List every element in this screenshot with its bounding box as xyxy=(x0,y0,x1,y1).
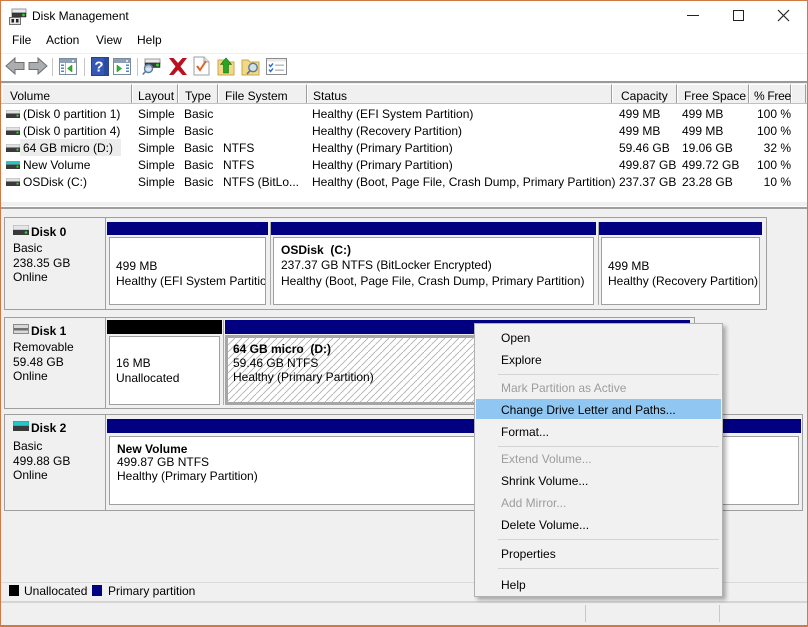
svg-text:?: ? xyxy=(94,59,103,76)
